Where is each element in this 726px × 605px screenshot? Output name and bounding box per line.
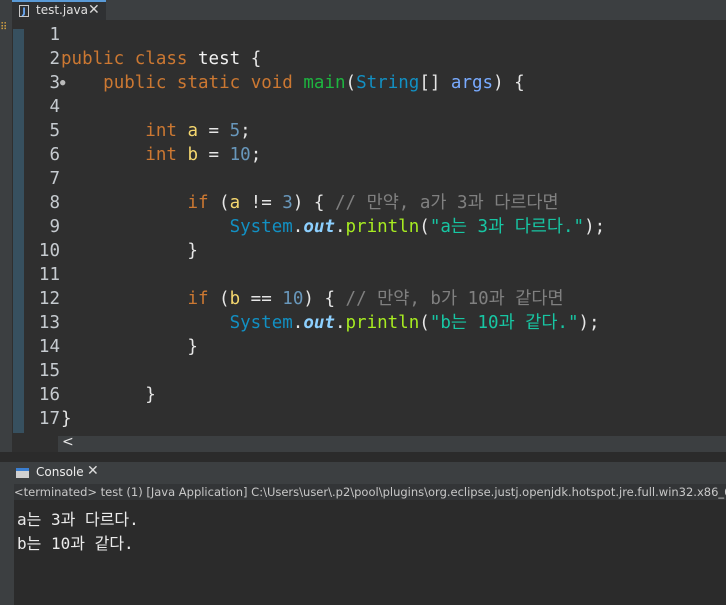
horizontal-scrollbar[interactable]: < bbox=[58, 434, 726, 452]
code-text[interactable]: int a = 5; bbox=[61, 119, 250, 143]
line-number: 1 bbox=[49, 25, 60, 45]
line-number: 10 bbox=[38, 241, 60, 261]
scroll-left-icon[interactable]: < bbox=[62, 434, 74, 450]
code-text[interactable]: } bbox=[61, 383, 156, 407]
line-number: 13 bbox=[38, 313, 60, 333]
line-number: 7 bbox=[49, 169, 60, 189]
line-number: 9 bbox=[49, 217, 60, 237]
line-number: 17 bbox=[38, 409, 60, 429]
line-number: 16 bbox=[38, 385, 60, 405]
line-number: 14 bbox=[38, 337, 60, 357]
close-icon[interactable]: ✕ bbox=[88, 2, 100, 18]
line-number: 8 bbox=[49, 193, 60, 213]
editor-left-strip bbox=[0, 20, 12, 452]
console-tab-label: Console bbox=[36, 465, 84, 479]
line-number: 11 bbox=[38, 265, 60, 285]
line-number: 12 bbox=[38, 289, 60, 309]
tab-test-java[interactable]: J test.java ✕ bbox=[12, 0, 106, 20]
java-file-icon: J bbox=[19, 5, 29, 17]
line-number: 15 bbox=[38, 361, 60, 381]
tab-label: test.java bbox=[36, 3, 89, 17]
code-text[interactable]: } bbox=[61, 407, 72, 431]
code-text[interactable]: if (b == 10) { // 만약, b가 10과 같다면 bbox=[61, 287, 563, 311]
console-left-strip bbox=[0, 462, 14, 605]
code-text[interactable]: public class test { bbox=[61, 47, 261, 71]
task-marker-icon: ⠿ bbox=[0, 22, 8, 33]
line-number: 3 ● bbox=[49, 73, 66, 93]
code-text[interactable]: public static void main(String[] args) { bbox=[61, 71, 525, 95]
line-number: 6 bbox=[49, 145, 60, 165]
editor-tab-bar: J test.java ✕ bbox=[0, 0, 726, 21]
view-separator bbox=[0, 452, 726, 462]
code-text[interactable]: } bbox=[61, 239, 198, 263]
console-icon bbox=[16, 468, 29, 478]
tab-console[interactable]: Console ✕ bbox=[14, 462, 104, 484]
close-icon[interactable]: ✕ bbox=[87, 463, 99, 479]
console-output[interactable]: a는 3과 다르다. b는 10과 같다. bbox=[14, 500, 726, 605]
line-number: 5 bbox=[49, 121, 60, 141]
code-text[interactable]: int b = 10; bbox=[61, 143, 261, 167]
line-number: 4 bbox=[49, 97, 60, 117]
code-text[interactable]: } bbox=[61, 335, 198, 359]
code-text[interactable]: System.out.println("b는 10과 같다."); bbox=[61, 311, 600, 335]
code-text[interactable]: System.out.println("a는 3과 다르다."); bbox=[61, 215, 606, 239]
code-text[interactable]: if (a != 3) { // 만약, a가 3과 다르다면 bbox=[61, 191, 558, 215]
console-process-header: <terminated> test (1) [Java Application]… bbox=[14, 484, 726, 500]
line-number: 2 bbox=[49, 49, 60, 69]
console-output-line: a는 3과 다르다. bbox=[17, 510, 139, 529]
console-tab-bar: Console ✕ bbox=[0, 462, 726, 484]
console-output-line: b는 10과 같다. bbox=[17, 534, 134, 553]
